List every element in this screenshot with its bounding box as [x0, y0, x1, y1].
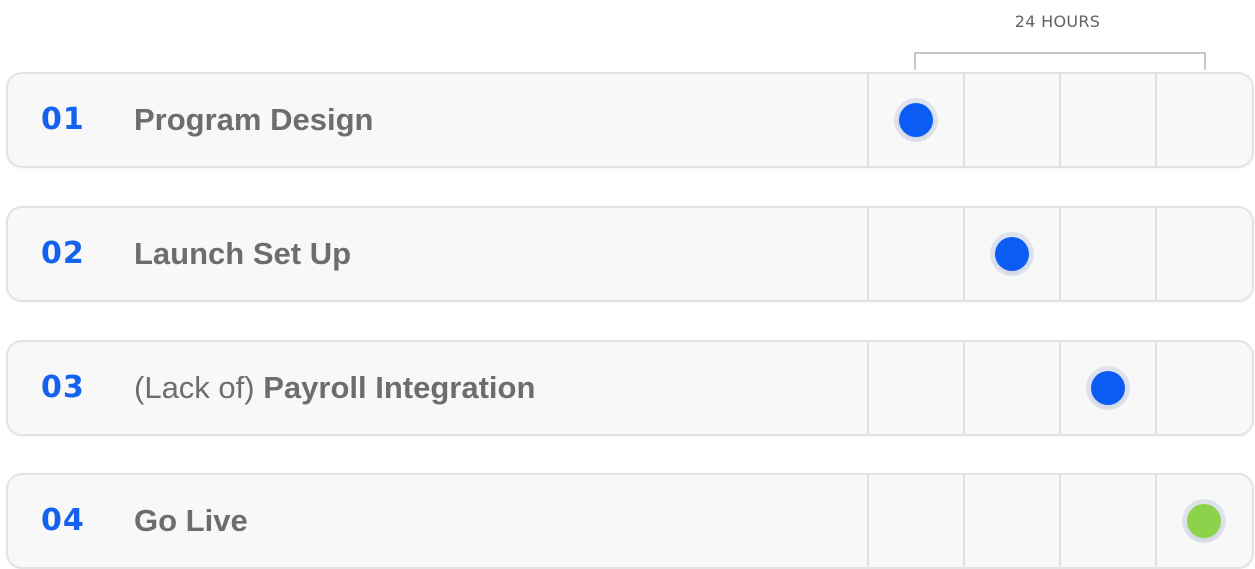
step-row-03: 03 (Lack of) Payroll Integration [6, 340, 1254, 436]
step-number: 02 [41, 236, 85, 271]
column-divider [1059, 475, 1061, 567]
step-row-02: 02 Launch Set Up [6, 206, 1254, 302]
step-title: Program Design [134, 74, 373, 166]
column-divider [1059, 208, 1061, 300]
step-title: Launch Set Up [134, 208, 351, 300]
column-divider [963, 475, 965, 567]
progress-dot [1091, 371, 1125, 405]
column-divider [1059, 342, 1061, 434]
step-title-main: Program Design [134, 102, 374, 137]
step-title: Go Live [134, 475, 248, 567]
column-divider [963, 342, 965, 434]
hours-bracket [914, 52, 1206, 70]
step-title-main: Go Live [134, 503, 248, 538]
column-divider [1155, 342, 1157, 434]
column-divider [1155, 208, 1157, 300]
step-title-prefix: (Lack of) [134, 370, 264, 405]
progress-dot [995, 237, 1029, 271]
step-number: 04 [41, 503, 85, 538]
step-row-01: 01 Program Design [6, 72, 1254, 168]
column-divider [867, 208, 869, 300]
progress-dot [1187, 504, 1221, 538]
step-title: (Lack of) Payroll Integration [134, 342, 535, 434]
step-row-04: 04 Go Live [6, 473, 1254, 569]
column-divider [1059, 74, 1061, 166]
column-divider [963, 208, 965, 300]
step-number: 03 [41, 370, 85, 405]
column-divider [1155, 475, 1157, 567]
step-title-main: Payroll Integration [263, 370, 536, 405]
step-title-main: Launch Set Up [134, 236, 352, 271]
column-divider [867, 475, 869, 567]
column-divider [1155, 74, 1157, 166]
progress-dot [899, 103, 933, 137]
column-divider [867, 74, 869, 166]
column-divider [867, 342, 869, 434]
hours-label: 24 HOURS [1014, 12, 1101, 31]
step-number: 01 [41, 102, 85, 137]
column-divider [963, 74, 965, 166]
